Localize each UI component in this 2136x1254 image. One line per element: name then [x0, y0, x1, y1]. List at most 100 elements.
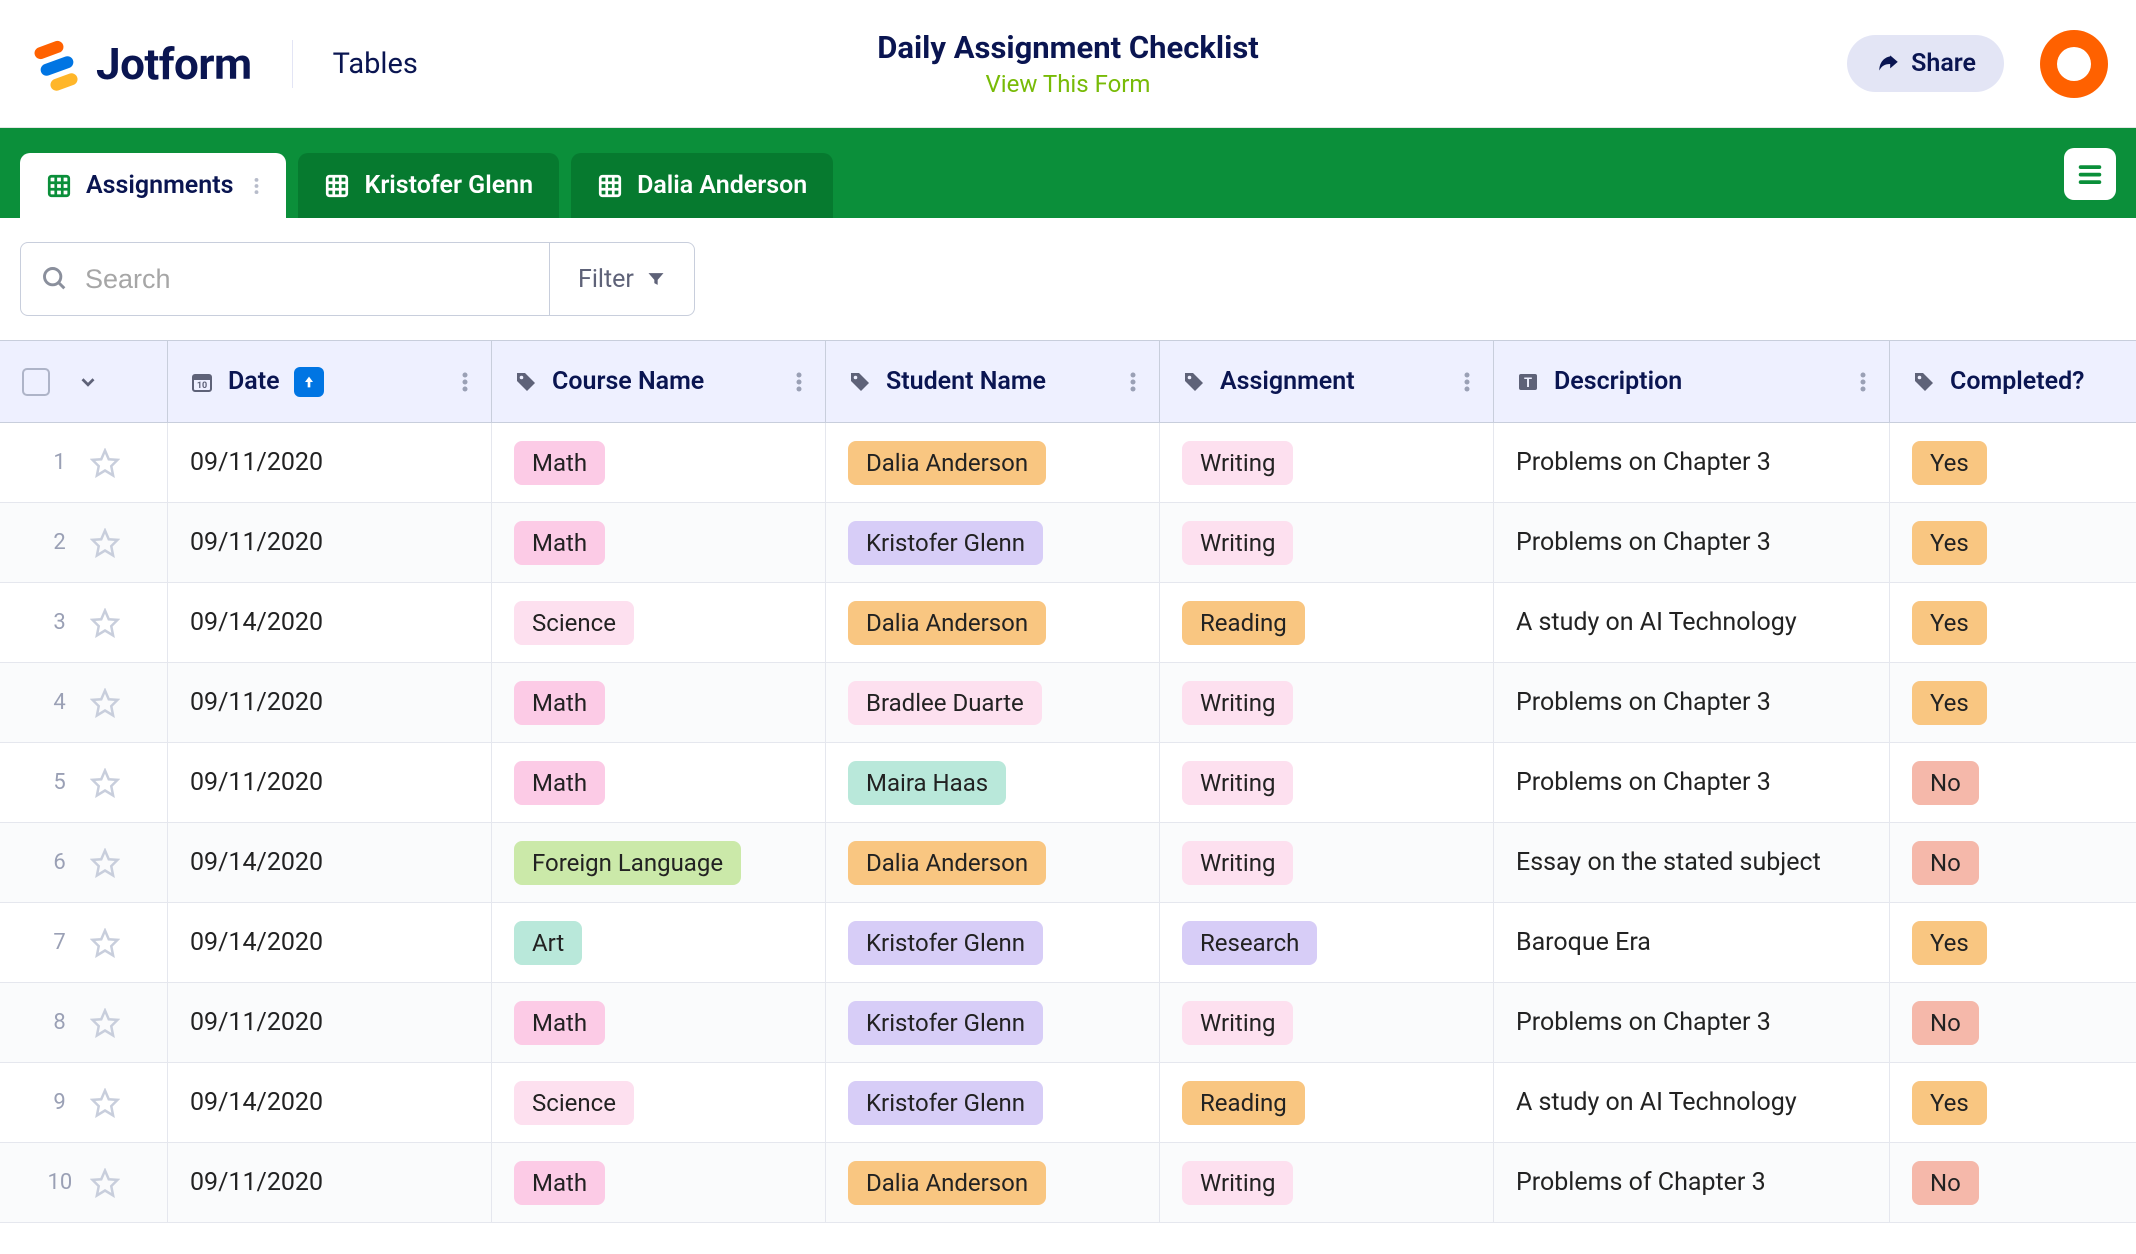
cell-assignment[interactable]: Research — [1160, 903, 1494, 982]
search-box[interactable] — [20, 242, 550, 316]
cell-assignment[interactable]: Writing — [1160, 983, 1494, 1062]
table-row[interactable]: 409/11/2020MathBradlee DuarteWritingProb… — [0, 663, 2136, 743]
cell-student[interactable]: Maira Haas — [826, 743, 1160, 822]
search-input[interactable] — [85, 264, 529, 295]
cell-student[interactable]: Dalia Anderson — [826, 823, 1160, 902]
cell-course[interactable]: Math — [492, 663, 826, 742]
section-label[interactable]: Tables — [333, 47, 418, 81]
cell-description[interactable]: Problems on Chapter 3 — [1494, 503, 1890, 582]
cell-date[interactable]: 09/14/2020 — [168, 903, 492, 982]
cell-course[interactable]: Math — [492, 743, 826, 822]
column-menu[interactable] — [795, 370, 803, 394]
table-row[interactable]: 209/11/2020MathKristofer GlennWritingPro… — [0, 503, 2136, 583]
logo[interactable]: Jotform — [28, 36, 252, 92]
tab-dalia-anderson[interactable]: Dalia Anderson — [571, 153, 833, 218]
table-row[interactable]: 609/14/2020Foreign LanguageDalia Anderso… — [0, 823, 2136, 903]
cell-assignment[interactable]: Reading — [1160, 1063, 1494, 1142]
table-row[interactable]: 909/14/2020ScienceKristofer GlennReading… — [0, 1063, 2136, 1143]
table-row[interactable]: 109/11/2020MathDalia AndersonWritingProb… — [0, 423, 2136, 503]
cell-description[interactable]: A study on AI Technology — [1494, 583, 1890, 662]
view-form-link[interactable]: View This Form — [877, 70, 1259, 98]
cell-date[interactable]: 09/14/2020 — [168, 1063, 492, 1142]
star-icon[interactable] — [90, 688, 120, 718]
cell-completed[interactable]: Yes — [1890, 503, 2136, 582]
cell-date[interactable]: 09/11/2020 — [168, 423, 492, 502]
cell-student[interactable]: Dalia Anderson — [826, 583, 1160, 662]
cell-completed[interactable]: Yes — [1890, 903, 2136, 982]
star-icon[interactable] — [90, 768, 120, 798]
cell-completed[interactable]: No — [1890, 983, 2136, 1062]
cell-assignment[interactable]: Reading — [1160, 583, 1494, 662]
cell-student[interactable]: Dalia Anderson — [826, 423, 1160, 502]
cell-description[interactable]: A study on AI Technology — [1494, 1063, 1890, 1142]
column-completed[interactable]: Completed? — [1890, 341, 2136, 422]
cell-description[interactable]: Essay on the stated subject — [1494, 823, 1890, 902]
cell-course[interactable]: Foreign Language — [492, 823, 826, 902]
select-all-checkbox[interactable] — [22, 368, 50, 396]
cell-course[interactable]: Science — [492, 583, 826, 662]
cell-description[interactable]: Problems on Chapter 3 — [1494, 663, 1890, 742]
table-row[interactable]: 509/11/2020MathMaira HaasWritingProblems… — [0, 743, 2136, 823]
cell-date[interactable]: 09/14/2020 — [168, 583, 492, 662]
menu-button[interactable] — [2064, 148, 2116, 200]
star-icon[interactable] — [90, 928, 120, 958]
cell-course[interactable]: Math — [492, 423, 826, 502]
cell-course[interactable]: Math — [492, 1143, 826, 1222]
avatar[interactable] — [2040, 30, 2108, 98]
column-description[interactable]: T Description — [1494, 341, 1890, 422]
select-dropdown[interactable] — [70, 364, 106, 400]
cell-description[interactable]: Problems on Chapter 3 — [1494, 983, 1890, 1062]
cell-date[interactable]: 09/11/2020 — [168, 743, 492, 822]
cell-date[interactable]: 09/11/2020 — [168, 663, 492, 742]
column-menu[interactable] — [1859, 370, 1867, 394]
filter-button[interactable]: Filter — [550, 242, 695, 316]
cell-course[interactable]: Math — [492, 503, 826, 582]
column-student[interactable]: Student Name — [826, 341, 1160, 422]
cell-student[interactable]: Kristofer Glenn — [826, 1063, 1160, 1142]
cell-completed[interactable]: Yes — [1890, 663, 2136, 742]
cell-date[interactable]: 09/14/2020 — [168, 823, 492, 902]
cell-student[interactable]: Bradlee Duarte — [826, 663, 1160, 742]
cell-student[interactable]: Kristofer Glenn — [826, 903, 1160, 982]
star-icon[interactable] — [90, 528, 120, 558]
cell-course[interactable]: Science — [492, 1063, 826, 1142]
cell-date[interactable]: 09/11/2020 — [168, 1143, 492, 1222]
cell-assignment[interactable]: Writing — [1160, 663, 1494, 742]
star-icon[interactable] — [90, 448, 120, 478]
table-row[interactable]: 709/14/2020ArtKristofer GlennResearchBar… — [0, 903, 2136, 983]
cell-assignment[interactable]: Writing — [1160, 743, 1494, 822]
column-menu[interactable] — [1129, 370, 1137, 394]
tab-menu[interactable] — [253, 175, 260, 197]
cell-assignment[interactable]: Writing — [1160, 503, 1494, 582]
column-course[interactable]: Course Name — [492, 341, 826, 422]
column-date[interactable]: 10 Date — [168, 341, 492, 422]
cell-student[interactable]: Kristofer Glenn — [826, 983, 1160, 1062]
column-assignment[interactable]: Assignment — [1160, 341, 1494, 422]
cell-student[interactable]: Dalia Anderson — [826, 1143, 1160, 1222]
cell-description[interactable]: Problems on Chapter 3 — [1494, 743, 1890, 822]
cell-student[interactable]: Kristofer Glenn — [826, 503, 1160, 582]
sort-indicator[interactable] — [294, 367, 324, 397]
cell-completed[interactable]: No — [1890, 823, 2136, 902]
cell-course[interactable]: Math — [492, 983, 826, 1062]
cell-completed[interactable]: Yes — [1890, 583, 2136, 662]
cell-completed[interactable]: No — [1890, 1143, 2136, 1222]
cell-description[interactable]: Problems on Chapter 3 — [1494, 423, 1890, 502]
tab-kristofer-glenn[interactable]: Kristofer Glenn — [298, 153, 559, 218]
cell-assignment[interactable]: Writing — [1160, 1143, 1494, 1222]
share-button[interactable]: Share — [1847, 35, 2004, 92]
cell-course[interactable]: Art — [492, 903, 826, 982]
cell-description[interactable]: Problems of Chapter 3 — [1494, 1143, 1890, 1222]
cell-completed[interactable]: Yes — [1890, 423, 2136, 502]
star-icon[interactable] — [90, 1168, 120, 1198]
column-menu[interactable] — [461, 370, 469, 394]
star-icon[interactable] — [90, 848, 120, 878]
column-menu[interactable] — [1463, 370, 1471, 394]
table-row[interactable]: 309/14/2020ScienceDalia AndersonReadingA… — [0, 583, 2136, 663]
table-row[interactable]: 809/11/2020MathKristofer GlennWritingPro… — [0, 983, 2136, 1063]
cell-assignment[interactable]: Writing — [1160, 823, 1494, 902]
cell-completed[interactable]: Yes — [1890, 1063, 2136, 1142]
star-icon[interactable] — [90, 1008, 120, 1038]
cell-assignment[interactable]: Writing — [1160, 423, 1494, 502]
cell-date[interactable]: 09/11/2020 — [168, 503, 492, 582]
